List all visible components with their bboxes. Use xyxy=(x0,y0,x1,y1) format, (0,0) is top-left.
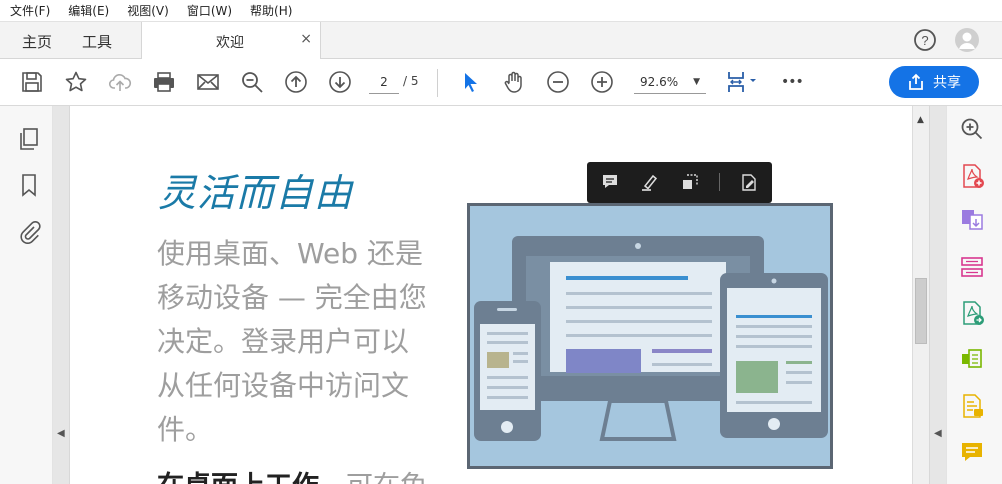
chevron-down-icon: ▼ xyxy=(693,77,700,87)
left-navigation-pane xyxy=(0,106,53,484)
menu-window[interactable]: 窗口(W) xyxy=(185,2,234,19)
document-viewer[interactable]: 灵活而自由 使用桌面、Web 还是 移动设备 — 完全由您 决定。登录用户可以 … xyxy=(70,106,912,484)
menu-bar: 文件(F) 编辑(E) 视图(V) 窗口(W) 帮助(H) xyxy=(0,0,1002,22)
body-line: 从任何设备中访问文 xyxy=(157,369,410,402)
scrollbar-thumb[interactable] xyxy=(915,278,927,344)
tab-home[interactable]: 主页 xyxy=(22,31,52,52)
help-icon[interactable]: ? xyxy=(913,28,937,52)
comment-tool-icon[interactable] xyxy=(959,439,985,465)
compress-pdf-icon[interactable] xyxy=(959,346,985,372)
scroll-up-icon[interactable]: ▲ xyxy=(917,115,924,125)
select-cursor-icon[interactable] xyxy=(459,70,483,94)
toolbar: 2 / 5 92.6% ▼ ••• 共享 xyxy=(0,59,1002,106)
tab-document-title: 欢迎 xyxy=(216,35,244,51)
more-icon[interactable]: ••• xyxy=(781,70,805,94)
bookmark-icon[interactable] xyxy=(16,172,42,198)
star-icon[interactable] xyxy=(64,70,88,94)
zoom-value: 92.6% xyxy=(640,75,679,89)
highlight-pen-icon[interactable] xyxy=(639,171,661,193)
document-subheading: 在桌面上工作。可在免 xyxy=(157,464,461,484)
left-pane-toggle[interactable]: ◀ xyxy=(53,106,70,484)
subheading-rest: 可在免 xyxy=(346,471,427,484)
document-heading: 灵活而自由 xyxy=(158,171,354,215)
zoom-search-icon[interactable] xyxy=(959,116,985,142)
zoom-out-icon[interactable] xyxy=(546,70,570,94)
zoom-in-icon[interactable] xyxy=(590,70,614,94)
document-body: 使用桌面、Web 还是 移动设备 — 完全由您 决定。登录用户可以 从任何设备中… xyxy=(157,232,461,452)
devices-illustration-art xyxy=(474,236,828,441)
save-icon[interactable] xyxy=(20,70,44,94)
body-line: 件。 xyxy=(157,413,214,446)
tab-close-icon[interactable]: × xyxy=(300,31,312,47)
right-pane-toggle[interactable]: ◀ xyxy=(929,106,946,484)
cloud-upload-icon[interactable] xyxy=(108,70,132,94)
hand-icon[interactable] xyxy=(502,70,526,94)
zoom-select[interactable]: 92.6% ▼ xyxy=(634,72,706,94)
mail-icon[interactable] xyxy=(196,70,220,94)
svg-text:?: ? xyxy=(921,33,928,48)
body-line: 移动设备 — 完全由您 xyxy=(157,281,427,314)
next-page-icon[interactable] xyxy=(328,70,352,94)
share-icon xyxy=(909,73,923,90)
create-pdf-icon[interactable] xyxy=(959,163,985,189)
page-layout-icon[interactable] xyxy=(726,70,760,94)
chevron-left-icon: ◀ xyxy=(934,428,942,439)
organize-pages-icon[interactable] xyxy=(959,254,985,280)
tab-tools[interactable]: 工具 xyxy=(82,31,112,52)
snapshot-icon[interactable] xyxy=(679,171,701,193)
edit-pdf-icon[interactable] xyxy=(737,171,759,193)
prev-page-icon[interactable] xyxy=(284,70,308,94)
page-total: / 5 xyxy=(403,74,419,88)
tools-pane xyxy=(946,106,1002,484)
menu-file[interactable]: 文件(F) xyxy=(8,2,52,19)
share-button[interactable]: 共享 xyxy=(889,66,979,98)
edit-comments-icon[interactable] xyxy=(959,393,985,419)
share-label: 共享 xyxy=(933,75,961,91)
page-number-input[interactable]: 2 xyxy=(369,72,399,94)
attachment-icon[interactable] xyxy=(16,218,42,244)
devices-illustration xyxy=(467,203,833,469)
print-icon[interactable] xyxy=(152,70,176,94)
body-line: 决定。登录用户可以 xyxy=(157,325,410,358)
tab-document[interactable]: 欢迎 × xyxy=(141,22,321,59)
vertical-scrollbar[interactable]: ▲ xyxy=(912,106,929,484)
export-pdf-icon[interactable] xyxy=(959,300,985,326)
toolbar-divider xyxy=(437,69,438,97)
quick-actions-divider xyxy=(719,173,720,191)
avatar[interactable] xyxy=(955,28,979,52)
chevron-left-icon: ◀ xyxy=(57,428,65,439)
quick-actions-toolbar xyxy=(587,162,772,203)
menu-view[interactable]: 视图(V) xyxy=(125,2,171,19)
comment-icon[interactable] xyxy=(599,171,621,193)
subheading-bold: 在桌面上工作。 xyxy=(157,471,346,484)
pages-icon[interactable] xyxy=(16,126,42,152)
combine-files-icon[interactable] xyxy=(959,207,985,233)
body-line: 使用桌面、Web 还是 xyxy=(157,237,423,270)
tab-bar: 主页 工具 欢迎 × ? xyxy=(0,22,1002,59)
menu-edit[interactable]: 编辑(E) xyxy=(66,2,111,19)
zoom-out-search-icon[interactable] xyxy=(240,70,264,94)
menu-help[interactable]: 帮助(H) xyxy=(248,2,294,19)
